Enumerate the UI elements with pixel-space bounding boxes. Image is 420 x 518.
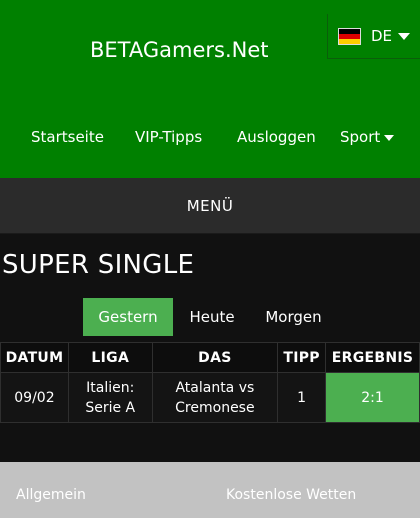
nav-startseite[interactable]: Startseite (31, 128, 104, 146)
main-nav: Startseite VIP-Tipps Ausloggen Sport (0, 128, 420, 150)
cell-das: Atalanta vs Cremonese (151, 372, 279, 423)
cell-ergebnis: 2:1 (325, 372, 420, 423)
language-code: DE (371, 27, 393, 45)
chevron-down-icon (398, 32, 411, 40)
footer-link-kostenlose-wetten[interactable]: Kostenlose Wetten (226, 487, 356, 503)
cell-tipp: 1 (277, 372, 327, 423)
table-row: 09/02 Italien: Serie A Atalanta vs Cremo… (0, 372, 420, 423)
cell-datum: 09/02 (0, 372, 69, 423)
nav-sport[interactable]: Sport (340, 128, 395, 146)
footer-link-allgemein[interactable]: Allgemein (16, 487, 86, 503)
tab-morgen[interactable]: Morgen (251, 298, 336, 336)
site-header: BETAGamers.Net DE Startseite VIP-Tipps A… (0, 0, 420, 178)
cell-liga: Italien: Serie A (67, 372, 153, 423)
tips-table: DATUM LIGA DAS TIPP ERGEBNIS 09/02 Itali… (0, 342, 420, 423)
table-header-row: DATUM LIGA DAS TIPP ERGEBNIS (0, 342, 420, 373)
language-selector[interactable]: DE (327, 14, 420, 59)
menu-label: MENÜ (186, 196, 234, 215)
nav-ausloggen[interactable]: Ausloggen (237, 128, 316, 146)
column-header-datum: DATUM (0, 342, 69, 373)
site-logo[interactable]: BETAGamers.Net (90, 38, 269, 62)
tab-gestern[interactable]: Gestern (83, 298, 173, 336)
nav-sport-label: Sport (340, 128, 381, 146)
column-header-das: DAS (151, 342, 279, 373)
column-header-ergebnis: ERGEBNIS (325, 342, 420, 373)
nav-vip-tipps[interactable]: VIP-Tipps (135, 128, 202, 146)
column-header-tipp: TIPP (277, 342, 327, 373)
day-tabs: Gestern Heute Morgen (83, 298, 336, 336)
menu-toggle[interactable]: MENÜ (0, 178, 420, 234)
column-header-liga: LIGA (67, 342, 153, 373)
tab-heute[interactable]: Heute (173, 298, 251, 336)
site-footer: Allgemein Kostenlose Wetten (0, 462, 420, 518)
chevron-down-icon (384, 134, 395, 141)
germany-flag-icon (338, 27, 361, 45)
page-title: SUPER SINGLE (2, 250, 195, 280)
